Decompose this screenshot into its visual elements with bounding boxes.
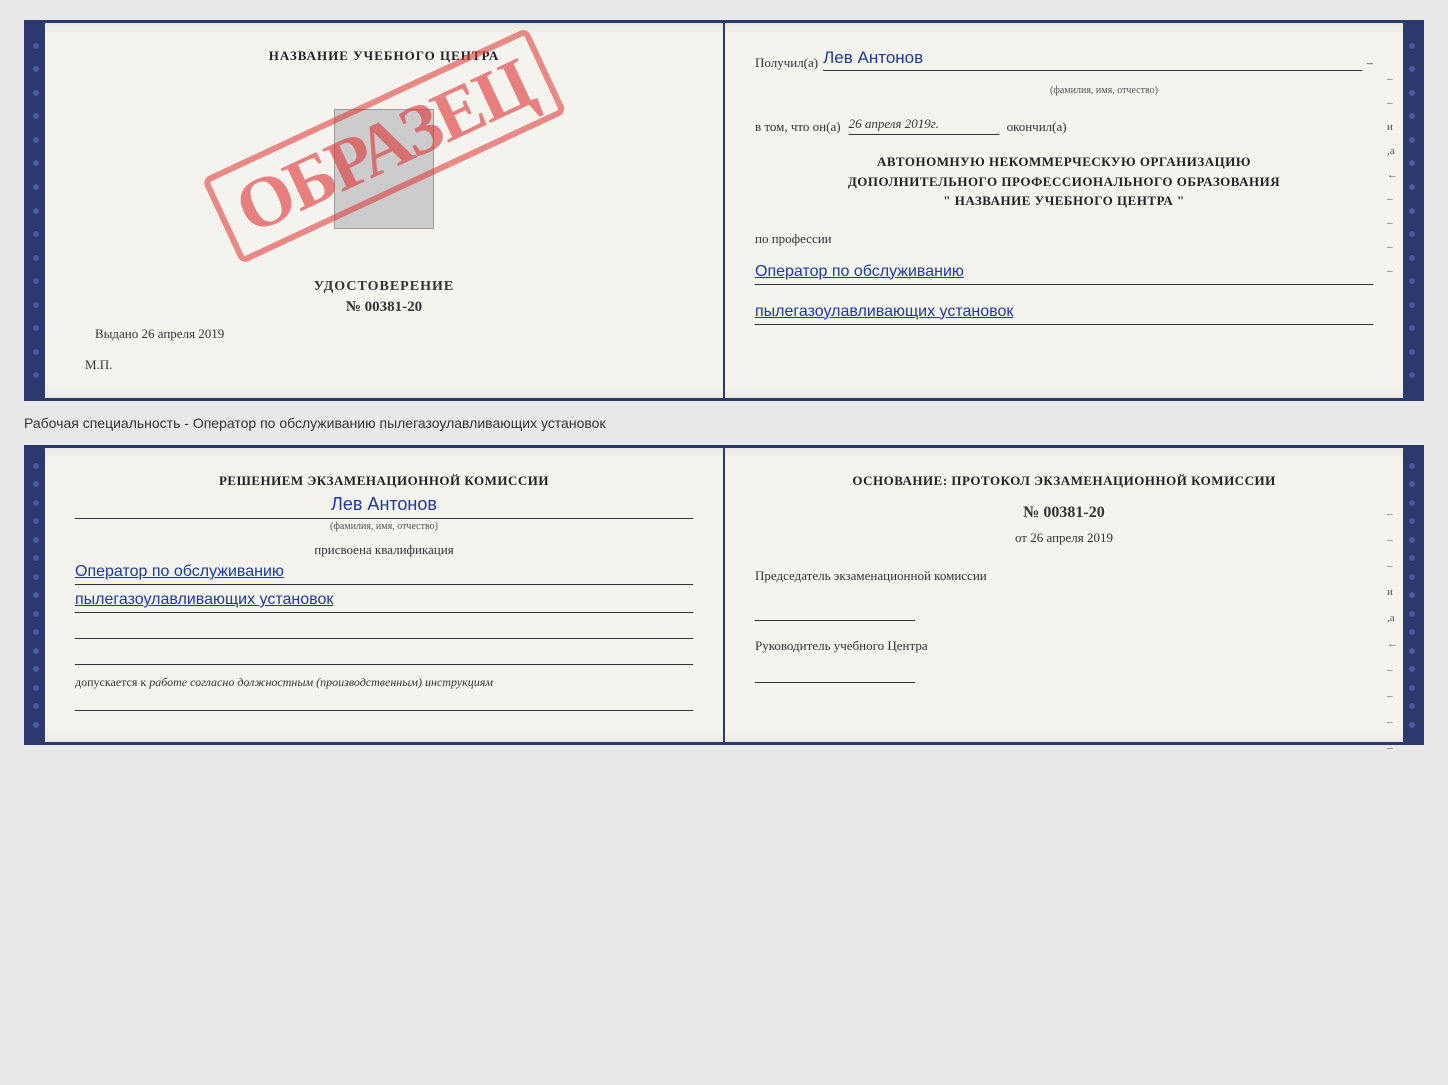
side-mark-dash1: – (1387, 73, 1398, 85)
side-mark-ib: и (1387, 586, 1398, 598)
vtom-date: 26 апреля 2019г. (849, 116, 999, 135)
top-document: НАЗВАНИЕ УЧЕБНОГО ЦЕНТРА ОБРАЗЕЦ УДОСТОВ… (24, 20, 1424, 401)
photo-placeholder (334, 109, 434, 229)
spine-right (1403, 23, 1421, 398)
po-professii-label: по профессии (755, 231, 1373, 247)
mp-line: М.П. (75, 357, 112, 373)
udostoverenie-block: УДОСТОВЕРЕНИЕ № 00381-20 (314, 279, 454, 316)
ot-date-value: 26 апреля 2019 (1030, 530, 1113, 545)
stamp-area: ОБРАЗЕЦ УДОСТОВЕРЕНИЕ № 00381-20 (75, 89, 693, 316)
okoncil-label: окончил(а) (1007, 119, 1067, 135)
spine-right-bot (1403, 448, 1421, 742)
training-center-title: НАЗВАНИЕ УЧЕБНОГО ЦЕНТРА (269, 48, 500, 64)
bottom-document: Решением экзаменационной комиссии Лев Ан… (24, 445, 1424, 745)
side-mark-dash5: – (1387, 241, 1398, 253)
side-mark-dash7b: – (1387, 742, 1398, 754)
side-marks-top: – – и ,а ← – – – – (1387, 73, 1398, 277)
side-mark-dash2b: – (1387, 534, 1398, 546)
protokol-number: № 00381-20 (755, 504, 1373, 522)
fio-subtitle-top: (фамилия, имя, отчество) (835, 85, 1373, 96)
dopuskaetsya-italic: работе согласно должностным (производств… (149, 675, 493, 689)
predsedatel-label: Председатель экзаменационной комиссии (755, 566, 1373, 586)
blank-line3 (75, 691, 693, 711)
side-marks-bot: – – – и ,а ← – – – – (1387, 508, 1398, 754)
side-mark-arrowb: ← (1387, 638, 1398, 650)
dopuskaetsya-text: допускается к работе согласно должностны… (75, 673, 693, 691)
spine-left (27, 23, 45, 398)
side-mark-dash1b: – (1387, 508, 1398, 520)
side-mark-dash3: – (1387, 193, 1398, 205)
org-block: АВТОНОМНУЮ НЕКОММЕРЧЕСКУЮ ОРГАНИЗАЦИЮ ДО… (755, 152, 1373, 211)
doc-right-page: Получил(а) Лев Антонов – (фамилия, имя, … (725, 23, 1403, 398)
vydano-line: Выдано 26 апреля 2019 (75, 326, 224, 342)
org-line1: АВТОНОМНУЮ НЕКОММЕРЧЕСКУЮ ОРГАНИЗАЦИЮ (755, 152, 1373, 172)
side-mark-dash3b: – (1387, 560, 1398, 572)
dopuskaetsya-prefix: допускается к (75, 675, 146, 689)
side-mark-dash6b: – (1387, 716, 1398, 728)
vtom-line: в том, что он(а) 26 апреля 2019г. окончи… (755, 116, 1373, 135)
resheniem-title: Решением экзаменационной комиссии (75, 473, 693, 489)
blank-line2 (75, 645, 693, 665)
side-mark-arrow: ← (1387, 169, 1398, 181)
side-mark-a: ,а (1387, 145, 1398, 157)
profession-line2: пылегазоулавливающих установок (755, 303, 1373, 325)
rukovoditel-sig-line (755, 663, 915, 683)
udostoverenie-label: УДОСТОВЕРЕНИЕ (314, 279, 454, 295)
side-mark-dash2: – (1387, 97, 1398, 109)
rukovoditel-label: Руководитель учебного Центра (755, 636, 1373, 656)
org-name: " НАЗВАНИЕ УЧЕБНОГО ЦЕНТРА " (755, 191, 1373, 211)
side-mark-dash6: – (1387, 265, 1398, 277)
ot-date: от 26 апреля 2019 (755, 530, 1373, 546)
poluchil-name: Лев Антонов (823, 48, 1361, 71)
predsedatel-sig-line (755, 601, 915, 621)
vydano-date: 26 апреля 2019 (142, 326, 225, 341)
qual-line2: пылегазоулавливающих установок (75, 591, 693, 613)
page-wrapper: НАЗВАНИЕ УЧЕБНОГО ЦЕНТРА ОБРАЗЕЦ УДОСТОВ… (24, 20, 1424, 745)
poluchil-label: Получил(а) (755, 55, 818, 71)
side-mark-dash5b: – (1387, 690, 1398, 702)
bot-right-page: Основание: протокол экзаменационной коми… (725, 448, 1403, 742)
osnovanie-title: Основание: протокол экзаменационной коми… (755, 473, 1373, 489)
udostoverenie-number: № 00381-20 (314, 299, 454, 316)
blank-line1 (75, 619, 693, 639)
prisvoena-label: присвоена квалификация (75, 542, 693, 558)
org-line2: ДОПОЛНИТЕЛЬНОГО ПРОФЕССИОНАЛЬНОГО ОБРАЗО… (755, 172, 1373, 192)
poluchil-line: Получил(а) Лев Антонов – (755, 48, 1373, 71)
side-mark-dash4b: – (1387, 664, 1398, 676)
person-name-big: Лев Антонов (75, 494, 693, 519)
qual-line1: Оператор по обслуживанию (75, 563, 693, 585)
bot-left-page: Решением экзаменационной комиссии Лев Ан… (45, 448, 725, 742)
fio-sub2: (фамилия, имя, отчество) (75, 521, 693, 532)
vydano-label: Выдано (95, 326, 138, 341)
side-mark-dash4: – (1387, 217, 1398, 229)
profession-line1: Оператор по обслуживанию (755, 263, 1373, 285)
side-mark-ab: ,а (1387, 612, 1398, 624)
caption-line: Рабочая специальность - Оператор по обсл… (24, 411, 1424, 435)
ot-label: от (1015, 530, 1027, 545)
spine-left-bot (27, 448, 45, 742)
vtom-label: в том, что он(а) (755, 119, 841, 135)
side-mark-i: и (1387, 121, 1398, 133)
doc-left-page: НАЗВАНИЕ УЧЕБНОГО ЦЕНТРА ОБРАЗЕЦ УДОСТОВ… (45, 23, 725, 398)
poluchil-dash: – (1367, 55, 1374, 71)
